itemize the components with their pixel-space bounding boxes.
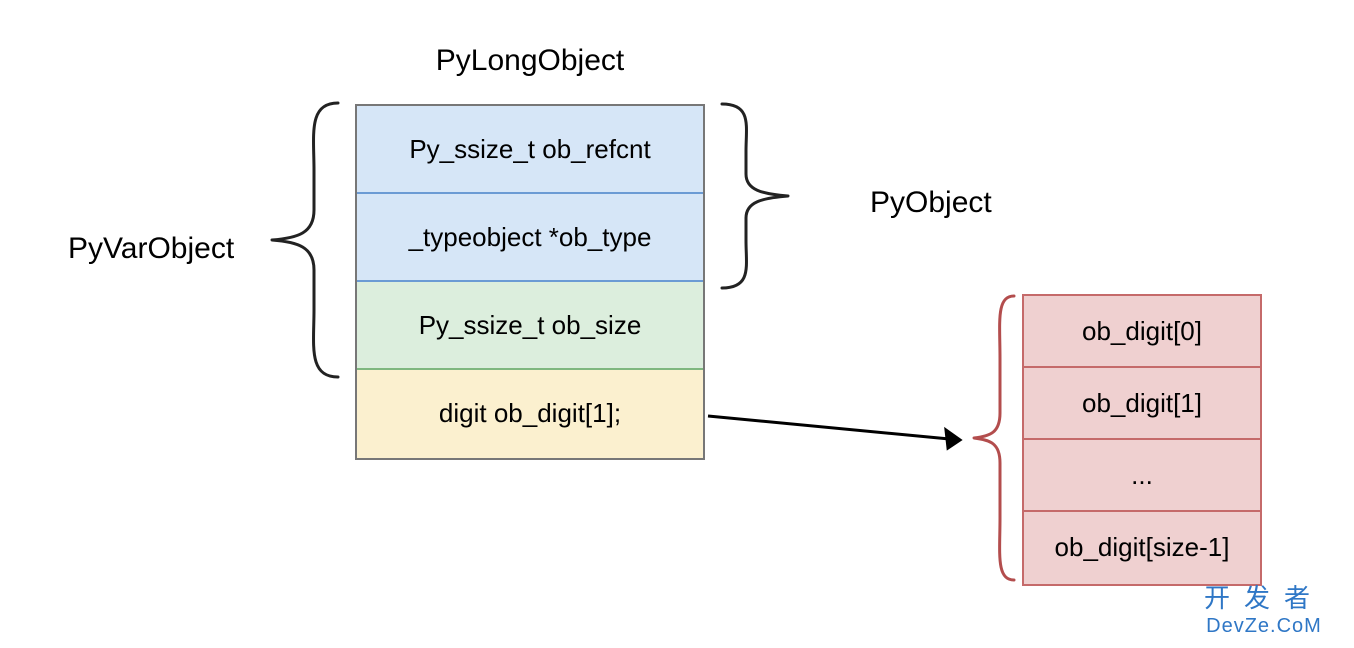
label-pyobject: PyObject bbox=[870, 186, 992, 220]
title-pylongobject: PyLongObject bbox=[355, 44, 705, 78]
array-cell-1: ob_digit[1] bbox=[1024, 368, 1260, 440]
watermark: 开发者 DevZe.CoM bbox=[1204, 578, 1324, 638]
array-cell-dots: ... bbox=[1024, 440, 1260, 512]
struct-pylongobject: Py_ssize_t ob_refcnt _typeobject *ob_typ… bbox=[355, 104, 705, 460]
array-ob-digit: ob_digit[0] ob_digit[1] ... ob_digit[siz… bbox=[1022, 294, 1262, 586]
brace-pyvarobject-icon bbox=[258, 95, 350, 385]
watermark-en: DevZe.CoM bbox=[1204, 615, 1324, 638]
label-pyvarobject: PyVarObject bbox=[68, 232, 234, 266]
brace-obdigit-array-icon bbox=[966, 288, 1022, 588]
field-ob-type: _typeobject *ob_type bbox=[357, 194, 703, 282]
array-cell-0: ob_digit[0] bbox=[1024, 296, 1260, 368]
brace-pyobject-icon bbox=[710, 96, 802, 296]
field-ob-size: Py_ssize_t ob_size bbox=[357, 282, 703, 370]
array-cell-last: ob_digit[size-1] bbox=[1024, 512, 1260, 584]
field-ob-digit: digit ob_digit[1]; bbox=[357, 370, 703, 458]
arrow-ob-digit-icon bbox=[700, 400, 990, 470]
field-ob-refcnt: Py_ssize_t ob_refcnt bbox=[357, 106, 703, 194]
diagram-stage: PyLongObject Py_ssize_t ob_refcnt _typeo… bbox=[0, 0, 1354, 648]
watermark-cn: 开发者 bbox=[1204, 578, 1324, 615]
